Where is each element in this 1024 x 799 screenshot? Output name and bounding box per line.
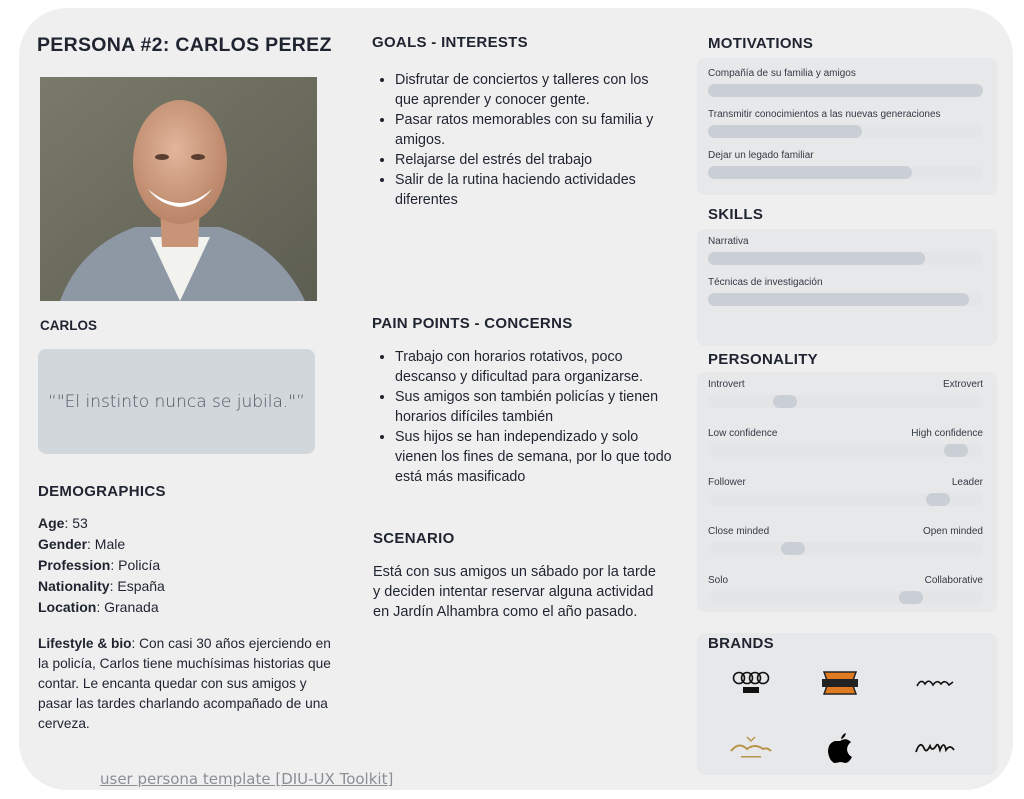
trait-slider — [708, 542, 983, 555]
skill-bar — [708, 252, 983, 265]
trait-right-label: High confidence — [911, 428, 983, 439]
harley-davidson-logo-icon — [810, 663, 870, 703]
ray-ban-logo-icon — [905, 728, 965, 768]
trait-right-label: Extrovert — [942, 379, 983, 390]
motivation-bar-fill — [708, 84, 983, 97]
motivation-bar-fill — [708, 125, 862, 138]
skill-bar-fill — [708, 293, 970, 306]
page-title: PERSONA #2: CARLOS PEREZ — [37, 34, 332, 56]
goal-item: Disfrutar de conciertos y talleres con l… — [395, 70, 673, 110]
motivation-label: Transmitir conocimientos a las nuevas ge… — [708, 109, 941, 120]
demographics-list: Age: 53 Gender: Male Profession: Policía… — [38, 513, 165, 618]
pain-point-item: Sus hijos se han independizado y solo vi… — [395, 427, 673, 487]
trait-slider-thumb — [898, 591, 923, 604]
skills-heading: SKILLS — [708, 206, 764, 223]
goals-list: Disfrutar de conciertos y talleres con l… — [373, 70, 673, 210]
skill-bar — [708, 293, 983, 306]
skill-label: Narrativa — [708, 236, 749, 247]
pain-point-item: Sus amigos son también policías y tienen… — [395, 387, 673, 427]
lifestyle-bio: Lifestyle & bio: Con casi 30 años ejerci… — [38, 636, 331, 731]
trait-left-label: Follower — [708, 477, 746, 488]
brands-panel: BRANDS — [697, 633, 997, 775]
motivation-bar — [708, 84, 983, 97]
trait-slider-thumb — [773, 395, 798, 408]
scenario-heading: SCENARIO — [373, 530, 455, 547]
demographic-location: Location: Granada — [38, 599, 159, 615]
demographic-profession: Profession: Policía — [38, 557, 161, 573]
scenario-text: Está con sus amigos un sábado por la tar… — [373, 564, 656, 620]
trait-right-label: Leader — [951, 477, 983, 488]
trait-right-label: Open minded — [922, 526, 983, 537]
jack-daniels-logo-icon — [905, 663, 965, 703]
trait-slider — [708, 493, 983, 506]
demographic-gender: Gender: Male — [38, 536, 126, 552]
trait-slider-thumb — [943, 444, 968, 457]
pain-point-item: Trabajo con horarios rotativos, poco des… — [395, 347, 673, 387]
trait-left-label: Low confidence — [708, 428, 778, 439]
skill-label: Técnicas de investigación — [708, 277, 823, 288]
trait-left-label: Close minded — [708, 526, 770, 537]
brands-heading: BRANDS — [708, 635, 774, 652]
template-credit-link[interactable]: user persona template [DIU-UX Toolkit] — [100, 770, 393, 788]
motivation-bar — [708, 125, 983, 138]
persona-photo — [40, 77, 317, 301]
pain-points-heading: PAIN POINTS - CONCERNS — [372, 315, 573, 332]
trait-slider — [708, 395, 983, 408]
trait-left-label: Introvert — [708, 379, 745, 390]
audi-logo-icon — [721, 663, 781, 703]
trait-left-label: Solo — [708, 575, 729, 586]
alhambra-logo-icon — [721, 728, 781, 768]
trait-slider-thumb — [780, 542, 805, 555]
personality-heading: PERSONALITY — [708, 351, 818, 368]
demographic-nationality: Nationality: España — [38, 578, 165, 594]
trait-right-label: Collaborative — [924, 575, 983, 586]
skill-bar-fill — [708, 252, 926, 265]
pain-points-list: Trabajo con horarios rotativos, poco des… — [373, 347, 673, 487]
goal-item: Relajarse del estrés del trabajo — [395, 150, 673, 170]
persona-quote: “"El instinto nunca se jubila."” — [38, 349, 315, 454]
motivation-label: Dejar un legado familiar — [708, 150, 814, 161]
motivations-heading: MOTIVATIONS — [708, 35, 814, 52]
goal-item: Salir de la rutina haciendo actividades … — [395, 170, 673, 210]
motivations-panel: Compañía de su familia y amigos Transmit… — [697, 58, 997, 195]
goal-item: Pasar ratos memorables con su familia y … — [395, 110, 673, 150]
demographic-age: Age: 53 — [38, 515, 88, 531]
trait-slider-thumb — [926, 493, 951, 506]
apple-logo-icon — [810, 728, 870, 768]
skills-panel: Narrativa Técnicas de investigación — [697, 229, 997, 346]
personality-panel: Introvert Extrovert Low confidence High … — [697, 372, 997, 612]
trait-slider — [708, 591, 983, 604]
goals-heading: GOALS - INTERESTS — [372, 34, 528, 51]
motivation-bar — [708, 166, 983, 179]
demographics-heading: DEMOGRAPHICS — [38, 483, 166, 500]
trait-slider — [708, 444, 983, 457]
motivation-bar-fill — [708, 166, 912, 179]
persona-name: CARLOS — [40, 318, 97, 333]
motivation-label: Compañía de su familia y amigos — [708, 68, 856, 79]
